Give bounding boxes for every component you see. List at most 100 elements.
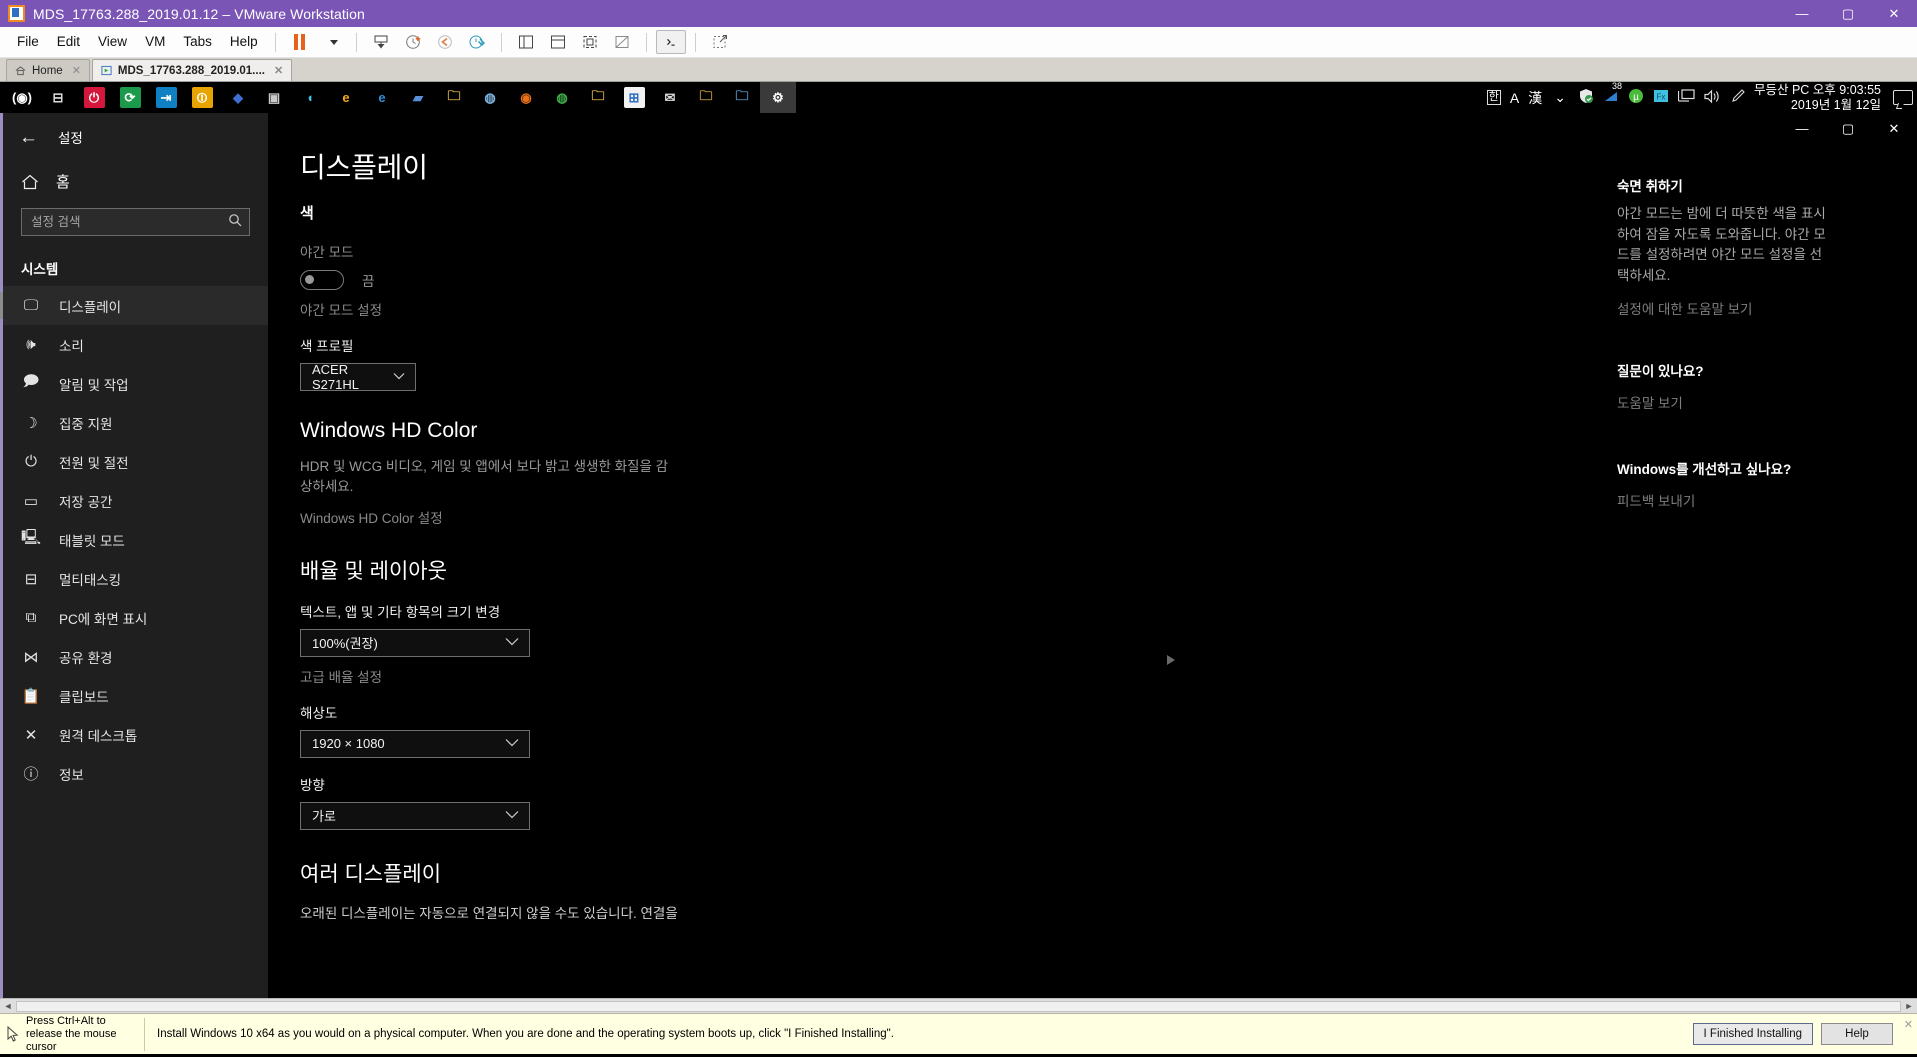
maximize-button[interactable]: ▢ xyxy=(1825,0,1871,27)
advanced-scaling-link[interactable]: 고급 배율 설정 xyxy=(300,666,1328,686)
menu-vm[interactable]: VM xyxy=(136,31,174,53)
scroll-left-arrow-icon[interactable]: ◄ xyxy=(0,1001,16,1011)
file-explorer-icon[interactable]: 🗀 xyxy=(436,82,472,113)
mail-icon[interactable]: ✉ xyxy=(652,82,688,113)
sidebar-item-6[interactable]: ▭ 저장 공간 xyxy=(3,481,268,520)
scroll-right-arrow-icon[interactable]: ► xyxy=(1901,1001,1917,1011)
help-button[interactable]: Help xyxy=(1821,1023,1893,1045)
folder-alt-icon[interactable]: 🗀 xyxy=(688,82,724,113)
right-panel-link[interactable]: 피드백 보내기 xyxy=(1617,490,1917,510)
sidebar-item-12[interactable]: ✕ 원격 데스크톱 xyxy=(3,715,268,754)
internet-explorer-legacy-icon[interactable]: e xyxy=(328,82,364,113)
tray-expand-chevron-icon[interactable]: ⌄ xyxy=(1554,89,1566,106)
settings-gear-icon[interactable]: ⚙ xyxy=(760,82,796,113)
minimize-button[interactable]: — xyxy=(1779,0,1825,27)
scroll-thumb[interactable] xyxy=(16,1001,1901,1012)
sidebar-item-13[interactable]: ⓘ 정보 xyxy=(3,754,268,793)
snapshot-manager-icon[interactable] xyxy=(366,30,396,54)
show-console-view-icon[interactable] xyxy=(543,30,573,54)
tab-home-close-icon[interactable]: ✕ xyxy=(72,64,81,77)
i-finished-installing-button[interactable]: I Finished Installing xyxy=(1692,1023,1813,1045)
action-center-icon[interactable] xyxy=(1893,90,1913,105)
tab-vm-close-icon[interactable]: ✕ xyxy=(274,64,283,77)
settings-maximize-button[interactable]: ▢ xyxy=(1825,113,1871,144)
sidebar-item-4[interactable]: ☽ 집중 지원 xyxy=(3,403,268,442)
settings-back-row[interactable]: ← 설정 xyxy=(3,113,268,147)
night-light-toggle-row[interactable]: 끔 xyxy=(300,270,1328,290)
right-panel-link[interactable]: 도움말 보기 xyxy=(1617,392,1917,412)
scale-dropdown[interactable]: 100%(권장) xyxy=(300,628,530,657)
network-signal-icon[interactable]: 38 xyxy=(1603,82,1622,107)
close-button[interactable]: ✕ xyxy=(1871,0,1917,27)
restart-shortcut-icon[interactable]: ⟳ xyxy=(112,82,148,113)
back-arrow-icon[interactable]: ← xyxy=(19,128,38,147)
guest-horizontal-scrollbar[interactable]: ◄ ► xyxy=(0,998,1917,1013)
sidebar-item-9[interactable]: ⧉ PC에 화면 표시 xyxy=(3,598,268,637)
menu-tabs[interactable]: Tabs xyxy=(174,31,221,53)
console-cli-icon[interactable] xyxy=(655,30,686,54)
unity-mode-icon[interactable] xyxy=(607,30,637,54)
menu-file[interactable]: File xyxy=(8,31,48,53)
search-input[interactable] xyxy=(21,208,250,236)
settings-close-button[interactable]: ✕ xyxy=(1871,113,1917,144)
sleep-shortcut-icon[interactable]: ⏼ xyxy=(184,82,220,113)
shutdown-shortcut-icon[interactable]: ⏻ xyxy=(76,82,112,113)
security-shield-icon[interactable] xyxy=(1578,88,1594,107)
fx-icon[interactable]: Fx xyxy=(1653,88,1669,107)
ime-korean-icon[interactable]: 한 xyxy=(1486,90,1501,105)
microsoft-store-icon[interactable]: ⊞ xyxy=(616,82,652,113)
start-orb-icon[interactable]: (◉) xyxy=(4,82,40,113)
sidebar-item-home[interactable]: 홈 xyxy=(3,147,268,192)
search-icon[interactable] xyxy=(228,213,242,230)
sidebar-item-5[interactable]: ⏻ 전원 및 절전 xyxy=(3,442,268,481)
media-player-icon[interactable]: ◖ xyxy=(292,82,328,113)
ime-indicator[interactable]: 한 A 漢 xyxy=(1486,88,1542,108)
nexus-icon[interactable]: ◆ xyxy=(220,82,256,113)
remote-desktop-icon[interactable]: ▰ xyxy=(400,82,436,113)
night-light-settings-link[interactable]: 야간 모드 설정 xyxy=(300,299,1328,319)
network-globe-icon[interactable]: ◍ xyxy=(472,82,508,113)
take-snapshot-icon[interactable] xyxy=(398,30,428,54)
firefox-icon[interactable]: ◉ xyxy=(508,82,544,113)
show-library-icon[interactable] xyxy=(511,30,541,54)
settings-minimize-button[interactable]: — xyxy=(1779,113,1825,144)
sidebar-item-1[interactable]: 🖵 디스플레이 xyxy=(0,286,268,325)
revert-snapshot-icon[interactable] xyxy=(430,30,460,54)
fullscreen-icon[interactable] xyxy=(575,30,605,54)
utorrent-icon[interactable]: µ xyxy=(1628,88,1644,107)
internet-explorer-icon[interactable]: e xyxy=(364,82,400,113)
color-profile-dropdown[interactable]: ACER S271HL xyxy=(300,362,416,392)
manage-snapshot-icon[interactable] xyxy=(462,30,492,54)
hint-close-icon[interactable]: ✕ xyxy=(1904,1018,1913,1031)
sidebar-item-3[interactable]: 🗩 알림 및 작업 xyxy=(3,364,268,403)
menu-help[interactable]: Help xyxy=(221,31,267,53)
sidebar-item-2[interactable]: 🕪 소리 xyxy=(3,325,268,364)
ime-hanja-icon[interactable]: 漢 xyxy=(1528,88,1542,108)
monitor-utility-icon[interactable]: ▣ xyxy=(256,82,292,113)
sidebar-item-8[interactable]: ⊟ 멀티태스킹 xyxy=(3,559,268,598)
tab-home[interactable]: Home ✕ xyxy=(6,59,90,81)
volume-icon[interactable] xyxy=(1704,89,1721,107)
sidebar-item-10[interactable]: ⋈ 공유 환경 xyxy=(3,637,268,676)
power-dropdown-button[interactable] xyxy=(317,30,347,54)
send-key-icon[interactable] xyxy=(705,30,735,54)
suspend-button[interactable] xyxy=(285,30,315,54)
hd-color-settings-link[interactable]: Windows HD Color 설정 xyxy=(300,507,1328,527)
ime-alpha-icon[interactable]: A xyxy=(1510,90,1519,106)
task-view-icon[interactable]: ⊟ xyxy=(40,82,76,113)
resolution-dropdown[interactable]: 1920 × 1080 xyxy=(300,729,530,758)
night-light-toggle[interactable] xyxy=(300,270,344,290)
taskbar-clock[interactable]: 무등산 PC 오후 9:03:55 2019년 1월 12일 xyxy=(1754,83,1885,113)
pen-icon[interactable] xyxy=(1730,88,1746,107)
sidebar-item-7[interactable]: 🖳 태블릿 모드 xyxy=(3,520,268,559)
sidebar-item-11[interactable]: 📋 클립보드 xyxy=(3,676,268,715)
chrome-icon[interactable]: ◍ xyxy=(544,82,580,113)
menu-view[interactable]: View xyxy=(89,31,136,53)
display-icon[interactable] xyxy=(1677,89,1695,106)
menu-edit[interactable]: Edit xyxy=(48,31,89,53)
orientation-dropdown[interactable]: 가로 xyxy=(300,801,530,830)
right-panel-link[interactable]: 설정에 대한 도움말 보기 xyxy=(1617,298,1917,318)
tab-vm[interactable]: MDS_17763.288_2019.01.... ✕ xyxy=(91,59,293,81)
logoff-shortcut-icon[interactable]: ⇥ xyxy=(148,82,184,113)
documents-icon[interactable]: 🗀 xyxy=(724,82,760,113)
